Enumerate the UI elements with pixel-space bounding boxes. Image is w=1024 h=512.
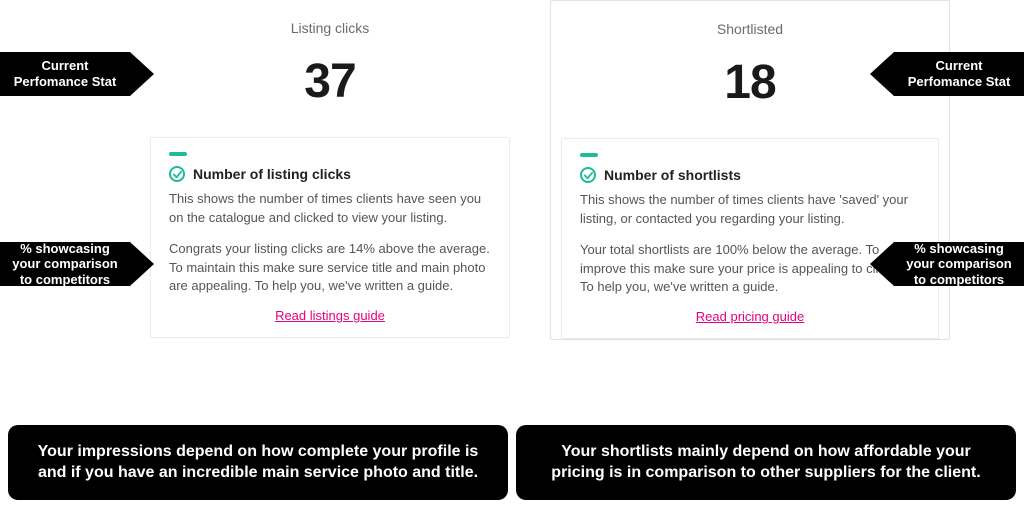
callout-current-stat-left: Current Perfomance Stat [0, 52, 130, 96]
listing-clicks-panel: Listing clicks 37 Number of listing clic… [150, 10, 510, 338]
shortlisted-card: Number of shortlists This shows the numb… [561, 138, 939, 339]
read-pricing-guide-link[interactable]: Read pricing guide [580, 309, 920, 324]
bottom-bars: Your impressions depend on how complete … [8, 425, 1016, 500]
card-accent [580, 153, 598, 157]
shortlisted-card-p2: Your total shortlists are 100% below the… [580, 241, 920, 298]
bottom-note-impressions: Your impressions depend on how complete … [8, 425, 508, 500]
callout-label: % showcasing your comparison to competit… [6, 241, 124, 288]
callout-comparison-right: % showcasing your comparison to competit… [894, 242, 1024, 286]
listing-clicks-card-heading: Number of listing clicks [193, 166, 351, 182]
shortlisted-title: Shortlisted [561, 21, 939, 37]
card-accent [169, 152, 187, 156]
callout-label: % showcasing your comparison to competit… [900, 241, 1018, 288]
callout-label: Current Perfomance Stat [6, 58, 124, 89]
check-circle-icon [169, 166, 185, 182]
check-circle-icon [580, 167, 596, 183]
shortlisted-card-p1: This shows the number of times clients h… [580, 191, 920, 229]
read-listings-guide-link[interactable]: Read listings guide [169, 308, 491, 323]
callout-label: Current Perfomance Stat [900, 58, 1018, 89]
listing-clicks-title: Listing clicks [150, 20, 510, 36]
callout-current-stat-right: Current Perfomance Stat [894, 52, 1024, 96]
listing-clicks-card-p2: Congrats your listing clicks are 14% abo… [169, 240, 491, 297]
shortlisted-card-heading: Number of shortlists [604, 167, 741, 183]
listing-clicks-card: Number of listing clicks This shows the … [150, 137, 510, 338]
listing-clicks-value: 37 [150, 54, 510, 109]
listing-clicks-card-p1: This shows the number of times clients h… [169, 190, 491, 228]
callout-comparison-left: % showcasing your comparison to competit… [0, 242, 130, 286]
bottom-note-shortlists: Your shortlists mainly depend on how aff… [516, 425, 1016, 500]
